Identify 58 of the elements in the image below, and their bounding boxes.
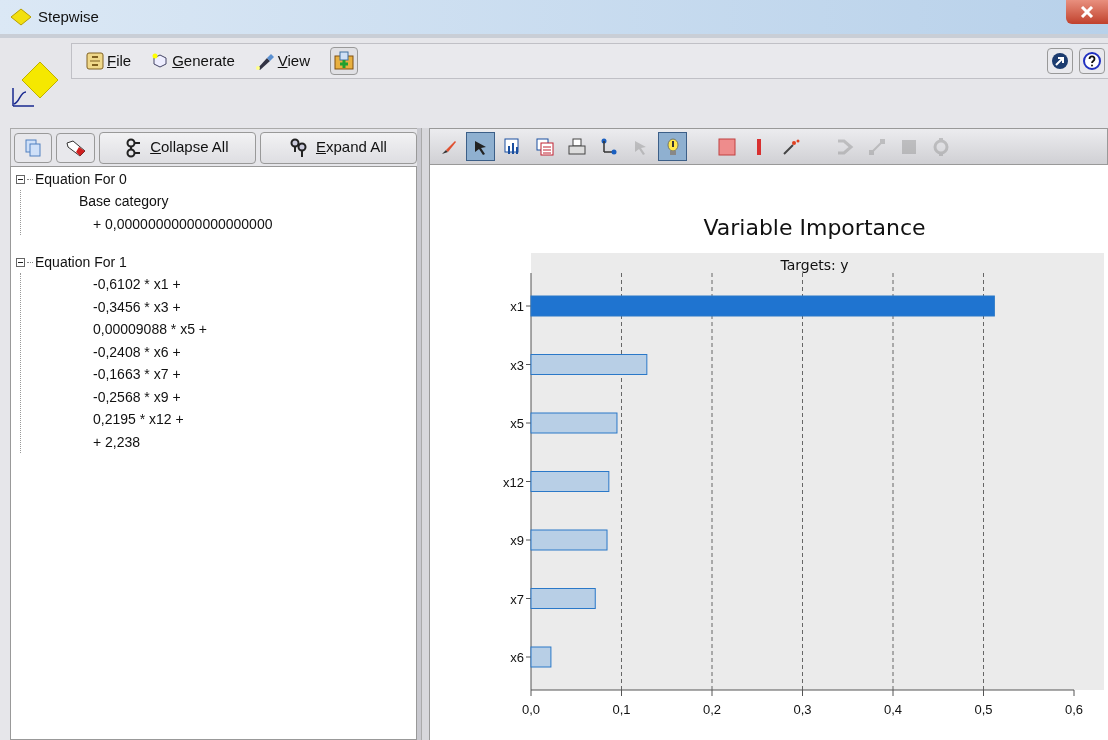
- y-tick-label: x6: [510, 650, 524, 665]
- add-to-palette-button[interactable]: [330, 47, 358, 75]
- equation-term: -0,6102 * x1 +: [93, 275, 182, 294]
- tag-button[interactable]: [56, 132, 95, 163]
- y-tick-label: x9: [510, 533, 524, 548]
- menu-item[interactable]: Generate: [151, 49, 235, 73]
- equation-term: -0,2408 * x6 +: [93, 342, 182, 362]
- equation-term: + 2,238: [93, 432, 142, 452]
- y-tick-label: x5: [510, 416, 524, 431]
- copy-button[interactable]: [14, 132, 53, 163]
- menu-item[interactable]: View: [254, 49, 310, 73]
- file-cabinet-icon: [86, 52, 104, 70]
- tree-node-label[interactable]: Equation For 1: [35, 251, 127, 273]
- importance-bar: [530, 646, 552, 668]
- y-tick-label: x12: [503, 474, 524, 490]
- y-tick-label: x1: [510, 299, 524, 314]
- equation-term: + 0,00000000000000000000: [93, 214, 274, 234]
- expand-icon: [290, 137, 308, 158]
- model-nugget-icon: [10, 60, 60, 108]
- equation-term: 0,00009088 * x5 +: [93, 320, 209, 339]
- tree-toggle-icon[interactable]: [16, 257, 25, 267]
- x-tick-label: 0,2: [702, 702, 722, 717]
- hexagon-spark-icon: [151, 52, 170, 70]
- equation-term: Base category: [79, 192, 170, 211]
- equation-term: 0,2195 * x12 +: [93, 410, 185, 429]
- tree-node-label[interactable]: Equation For 0: [35, 168, 127, 190]
- tree-toggle-icon[interactable]: [16, 174, 25, 184]
- help-button[interactable]: [1079, 48, 1105, 74]
- equation-term: -0,2568 * x9 +: [93, 387, 182, 407]
- copy-icon: [25, 138, 42, 157]
- menu-item[interactable]: File: [86, 49, 132, 73]
- tag-icon: [64, 138, 87, 157]
- diamond-icon: [10, 8, 32, 26]
- pointer-tool-button[interactable]: [466, 132, 495, 161]
- equation-term: -0,1663 * x7 +: [93, 365, 182, 384]
- equation-term: -0,3456 * x3 +: [93, 297, 182, 317]
- x-tick-label: 0,3: [793, 702, 812, 717]
- bulb-tool-button[interactable]: [658, 132, 687, 161]
- y-tick-label: x3: [510, 357, 524, 373]
- x-tick-label: 0,4: [883, 702, 903, 717]
- importance-bar: [530, 588, 596, 609]
- close-button[interactable]: [1066, 0, 1108, 24]
- y-tick-label: x7: [510, 591, 524, 607]
- collapse-all-button[interactable]: Collapse All: [98, 131, 256, 164]
- flashlight-icon: [254, 52, 275, 70]
- x-tick-label: 0,5: [974, 702, 993, 717]
- close-icon: [1080, 6, 1094, 18]
- x-tick-label: 0,6: [1064, 702, 1084, 717]
- chart-subtitle: Targets: y: [780, 257, 849, 273]
- x-tick-label: 0,1: [612, 702, 631, 717]
- folder-plus-icon: [334, 51, 354, 71]
- collapse-icon: [126, 137, 143, 158]
- expand-all-button[interactable]: Expand All: [259, 131, 417, 164]
- window-title: Stepwise: [38, 6, 99, 27]
- chart-title: Variable Importance: [703, 215, 926, 240]
- x-tick-label: 0,0: [521, 702, 541, 717]
- launch-button[interactable]: [1047, 48, 1073, 74]
- help-icon: [1083, 52, 1101, 70]
